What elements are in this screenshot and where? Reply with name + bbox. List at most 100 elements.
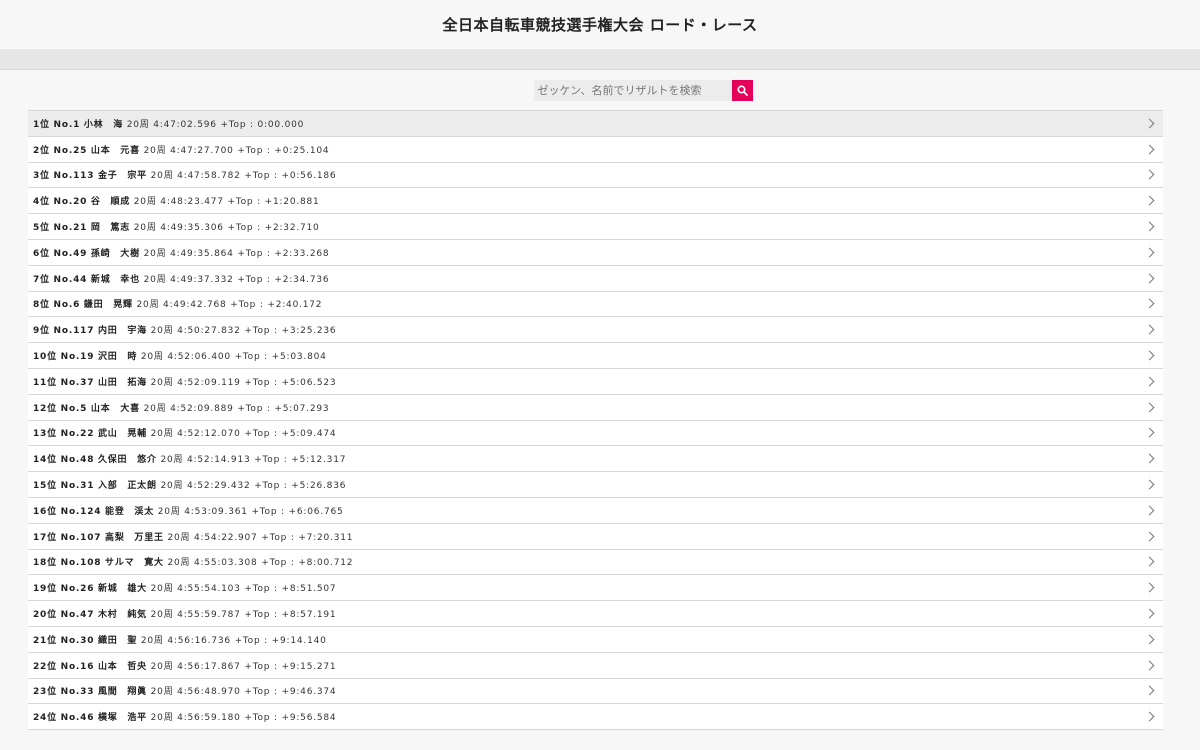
result-rank: 18位 [33, 558, 57, 569]
result-laps: 20周 [140, 635, 164, 646]
chevron-right-icon [1144, 531, 1155, 542]
result-gap: +Top : +8:51.507 [244, 584, 337, 595]
result-laps: 20周 [143, 248, 167, 259]
result-row[interactable]: 4位 No.20 谷 順成 20周 4:48:23.477 +Top : +1:… [28, 188, 1163, 215]
result-gap: +Top : +1:20.881 [227, 197, 320, 208]
result-gap: +Top : +5:07.293 [237, 403, 330, 414]
result-row[interactable]: 13位 No.22 武山 晃輔 20周 4:52:12.070 +Top : +… [28, 420, 1163, 447]
result-text: 4位 No.20 谷 順成 20周 4:48:23.477 +Top : +1:… [33, 194, 320, 207]
result-row[interactable]: 20位 No.47 木村 純気 20周 4:55:59.787 +Top : +… [28, 601, 1163, 627]
result-row[interactable]: 2位 No.25 山本 元喜 20周 4:47:27.700 +Top : +0… [28, 136, 1163, 163]
result-row[interactable]: 1位 No.1 小林 海 20周 4:47:02.596 +Top : 0:00… [28, 111, 1163, 137]
result-row[interactable]: 18位 No.108 サルマ 寛大 20周 4:55:03.308 +Top :… [28, 549, 1163, 576]
result-bib: No.46 [60, 713, 95, 724]
result-bib: No.47 [60, 610, 95, 621]
page-title: 全日本自転車競技選手権大会 ロード・レース [442, 16, 758, 34]
result-row[interactable]: 7位 No.44 新城 幸也 20周 4:49:37.332 +Top : +2… [28, 265, 1163, 292]
result-rank: 5位 [33, 223, 50, 234]
result-name: 山本 哲央 [97, 661, 147, 672]
result-gap: +Top : +8:57.191 [244, 610, 337, 621]
page-header: 全日本自転車競技選手権大会 ロード・レース [0, 0, 1200, 49]
result-row[interactable]: 14位 No.48 久保田 悠介 20周 4:52:14.913 +Top : … [28, 446, 1163, 473]
result-row[interactable]: 6位 No.49 孫崎 大樹 20周 4:49:35.864 +Top : +2… [28, 239, 1163, 266]
chevron-right-icon [1144, 144, 1155, 155]
result-text: 12位 No.5 山本 大喜 20周 4:52:09.889 +Top : +5… [33, 401, 329, 414]
result-laps: 20周 [133, 223, 157, 234]
result-bib: No.117 [53, 326, 95, 337]
search-bar [0, 70, 1200, 110]
chevron-right-icon [1144, 324, 1155, 335]
result-row[interactable]: 16位 No.124 能登 渓太 20周 4:53:09.361 +Top : … [28, 497, 1163, 524]
result-name: 木村 純気 [97, 610, 147, 621]
result-time: 4:52:06.400 [167, 352, 231, 363]
result-row[interactable]: 22位 No.16 山本 哲央 20周 4:56:17.867 +Top : +… [28, 652, 1163, 679]
result-rank: 17位 [33, 532, 57, 543]
result-rank: 2位 [33, 145, 50, 156]
result-time: 4:49:35.306 [160, 223, 224, 234]
result-row[interactable]: 24位 No.46 横塚 浩平 20周 4:56:59.180 +Top : +… [28, 704, 1163, 731]
result-bib: No.44 [53, 274, 88, 285]
result-row[interactable]: 19位 No.26 新城 雄大 20周 4:55:54.103 +Top : +… [28, 575, 1163, 602]
result-name: 高梨 万里王 [105, 532, 164, 543]
result-time: 4:53:09.361 [184, 506, 248, 517]
result-name: 谷 順成 [90, 197, 131, 208]
result-gap: +Top : +0:25.104 [237, 145, 330, 156]
result-rank: 24位 [33, 713, 57, 724]
result-row[interactable]: 21位 No.30 織田 聖 20周 4:56:16.736 +Top : +9… [28, 626, 1163, 653]
result-gap: +Top : +3:25.236 [244, 326, 337, 337]
result-rank: 6位 [33, 248, 50, 259]
result-row[interactable]: 8位 No.6 鎌田 晃輝 20周 4:49:42.768 +Top : +2:… [28, 291, 1163, 318]
chevron-right-icon [1144, 685, 1155, 696]
result-gap: +Top : +6:06.765 [251, 506, 344, 517]
result-bib: No.16 [60, 661, 95, 672]
result-text: 20位 No.47 木村 純気 20周 4:55:59.787 +Top : +… [33, 607, 336, 620]
result-row[interactable]: 11位 No.37 山田 拓海 20周 4:52:09.119 +Top : +… [28, 368, 1163, 395]
result-rank: 23位 [33, 687, 57, 698]
result-laps: 20周 [150, 610, 174, 621]
result-name: 鎌田 晃輝 [83, 300, 133, 311]
result-row[interactable]: 15位 No.31 入部 正太朗 20周 4:52:29.432 +Top : … [28, 472, 1163, 498]
chevron-right-icon [1144, 247, 1155, 258]
result-text: 22位 No.16 山本 哲央 20周 4:56:17.867 +Top : +… [33, 659, 336, 672]
result-time: 4:52:09.119 [177, 377, 241, 388]
result-gap: +Top : +5:12.317 [254, 455, 347, 466]
result-row[interactable]: 9位 No.117 内田 宇海 20周 4:50:27.832 +Top : +… [28, 317, 1163, 344]
result-time: 4:48:23.477 [160, 197, 224, 208]
result-bib: No.37 [60, 377, 95, 388]
result-gap: +Top : +2:32.710 [227, 223, 320, 234]
result-name: 横塚 浩平 [97, 713, 147, 724]
chevron-right-icon [1144, 376, 1155, 387]
result-bib: No.49 [53, 248, 88, 259]
result-name: 能登 渓太 [105, 506, 155, 517]
result-bib: No.108 [60, 558, 102, 569]
result-row[interactable]: 3位 No.113 金子 宗平 20周 4:47:58.782 +Top : +… [28, 162, 1163, 189]
results-list: 1位 No.1 小林 海 20周 4:47:02.596 +Top : 0:00… [28, 110, 1163, 731]
search-button[interactable] [731, 79, 753, 101]
result-text: 2位 No.25 山本 元喜 20周 4:47:27.700 +Top : +0… [33, 143, 329, 156]
result-gap: +Top : +2:34.736 [237, 274, 330, 285]
result-gap: +Top : +5:03.804 [234, 352, 327, 363]
result-time: 4:52:12.070 [177, 429, 241, 440]
result-time: 4:49:35.864 [170, 248, 234, 259]
result-gap: +Top : +5:09.474 [244, 429, 337, 440]
result-row[interactable]: 10位 No.19 沢田 時 20周 4:52:06.400 +Top : +5… [28, 343, 1163, 369]
result-row[interactable]: 23位 No.33 風間 翔眞 20周 4:56:48.970 +Top : +… [28, 678, 1163, 705]
result-row[interactable]: 17位 No.107 高梨 万里王 20周 4:54:22.907 +Top :… [28, 523, 1163, 550]
result-text: 17位 No.107 高梨 万里王 20周 4:54:22.907 +Top :… [33, 530, 353, 543]
result-laps: 20周 [150, 429, 174, 440]
result-laps: 20周 [126, 119, 150, 130]
result-laps: 20周 [143, 145, 167, 156]
result-text: 21位 No.30 織田 聖 20周 4:56:16.736 +Top : +9… [33, 633, 327, 646]
chevron-right-icon [1144, 453, 1155, 464]
result-laps: 20周 [150, 377, 174, 388]
search-input[interactable] [533, 79, 732, 101]
result-name: 内田 宇海 [97, 326, 147, 337]
chevron-right-icon [1144, 660, 1155, 671]
result-row[interactable]: 5位 No.21 岡 篤志 20周 4:49:35.306 +Top : +2:… [28, 214, 1163, 240]
result-bib: No.124 [60, 506, 102, 517]
result-rank: 14位 [33, 455, 57, 466]
result-time: 4:52:14.913 [186, 455, 251, 466]
result-rank: 7位 [33, 274, 50, 285]
result-text: 24位 No.46 横塚 浩平 20周 4:56:59.180 +Top : +… [33, 710, 336, 723]
result-row[interactable]: 12位 No.5 山本 大喜 20周 4:52:09.889 +Top : +5… [28, 394, 1163, 421]
